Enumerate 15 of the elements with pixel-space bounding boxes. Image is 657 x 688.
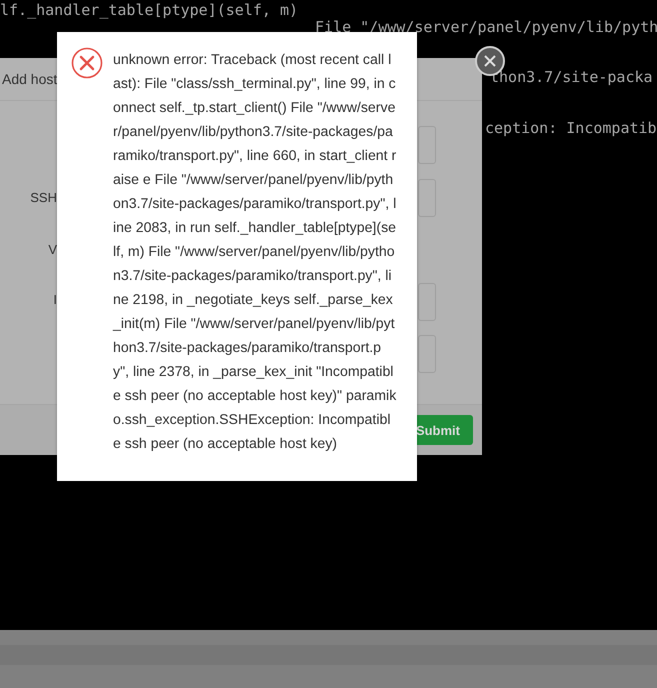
input-field[interactable] [418,283,436,321]
terminal-line: lf._handler_table[ptype](self, m) [0,2,298,19]
error-icon [71,47,103,79]
input-field[interactable] [418,126,436,164]
input-field[interactable] [418,335,436,373]
error-message: unknown error: Traceback (most recent call last): File "class/ssh_terminal.py", line 99, in connect self._tp.start_client() File "/www/server/panel/pyenv/lib/python3.7/site-packages/paramiko/transport.py", line 660, in start_client raise e File "/www/server/panel/pyenv/lib/python3.7/site-packages/paramiko/transport.py", line 2083, in run self._handler_table[ptype](self, m) File "/www/server/panel/pyenv/lib/python3.7/site-packages/paramiko/transport.py", line 2198, in _negotiate_keys self._parse_kex_init(m) File "/www/server/panel/pyenv/lib/python3.7/site-packages/paramiko/transport.py", line 2378, in _parse_kex_init "Incompatible ssh peer (no acceptable host key)" paramiko.ssh_exception.SSHException: Incompatible ssh peer (no acceptable host key) [113,50,397,453]
dialog-title: Add host [2,71,58,87]
terminal-line: File "/www/server/panel/pyenv/lib/pyth [315,19,657,36]
input-field[interactable] [418,179,436,217]
field-label: V [48,242,57,257]
field-label: SSH [30,190,57,205]
terminal-line: thon3.7/site-packa [490,69,653,86]
terminal-line: ception: Incompatib [485,120,657,137]
field-label: I [53,292,57,307]
close-icon [484,55,496,67]
